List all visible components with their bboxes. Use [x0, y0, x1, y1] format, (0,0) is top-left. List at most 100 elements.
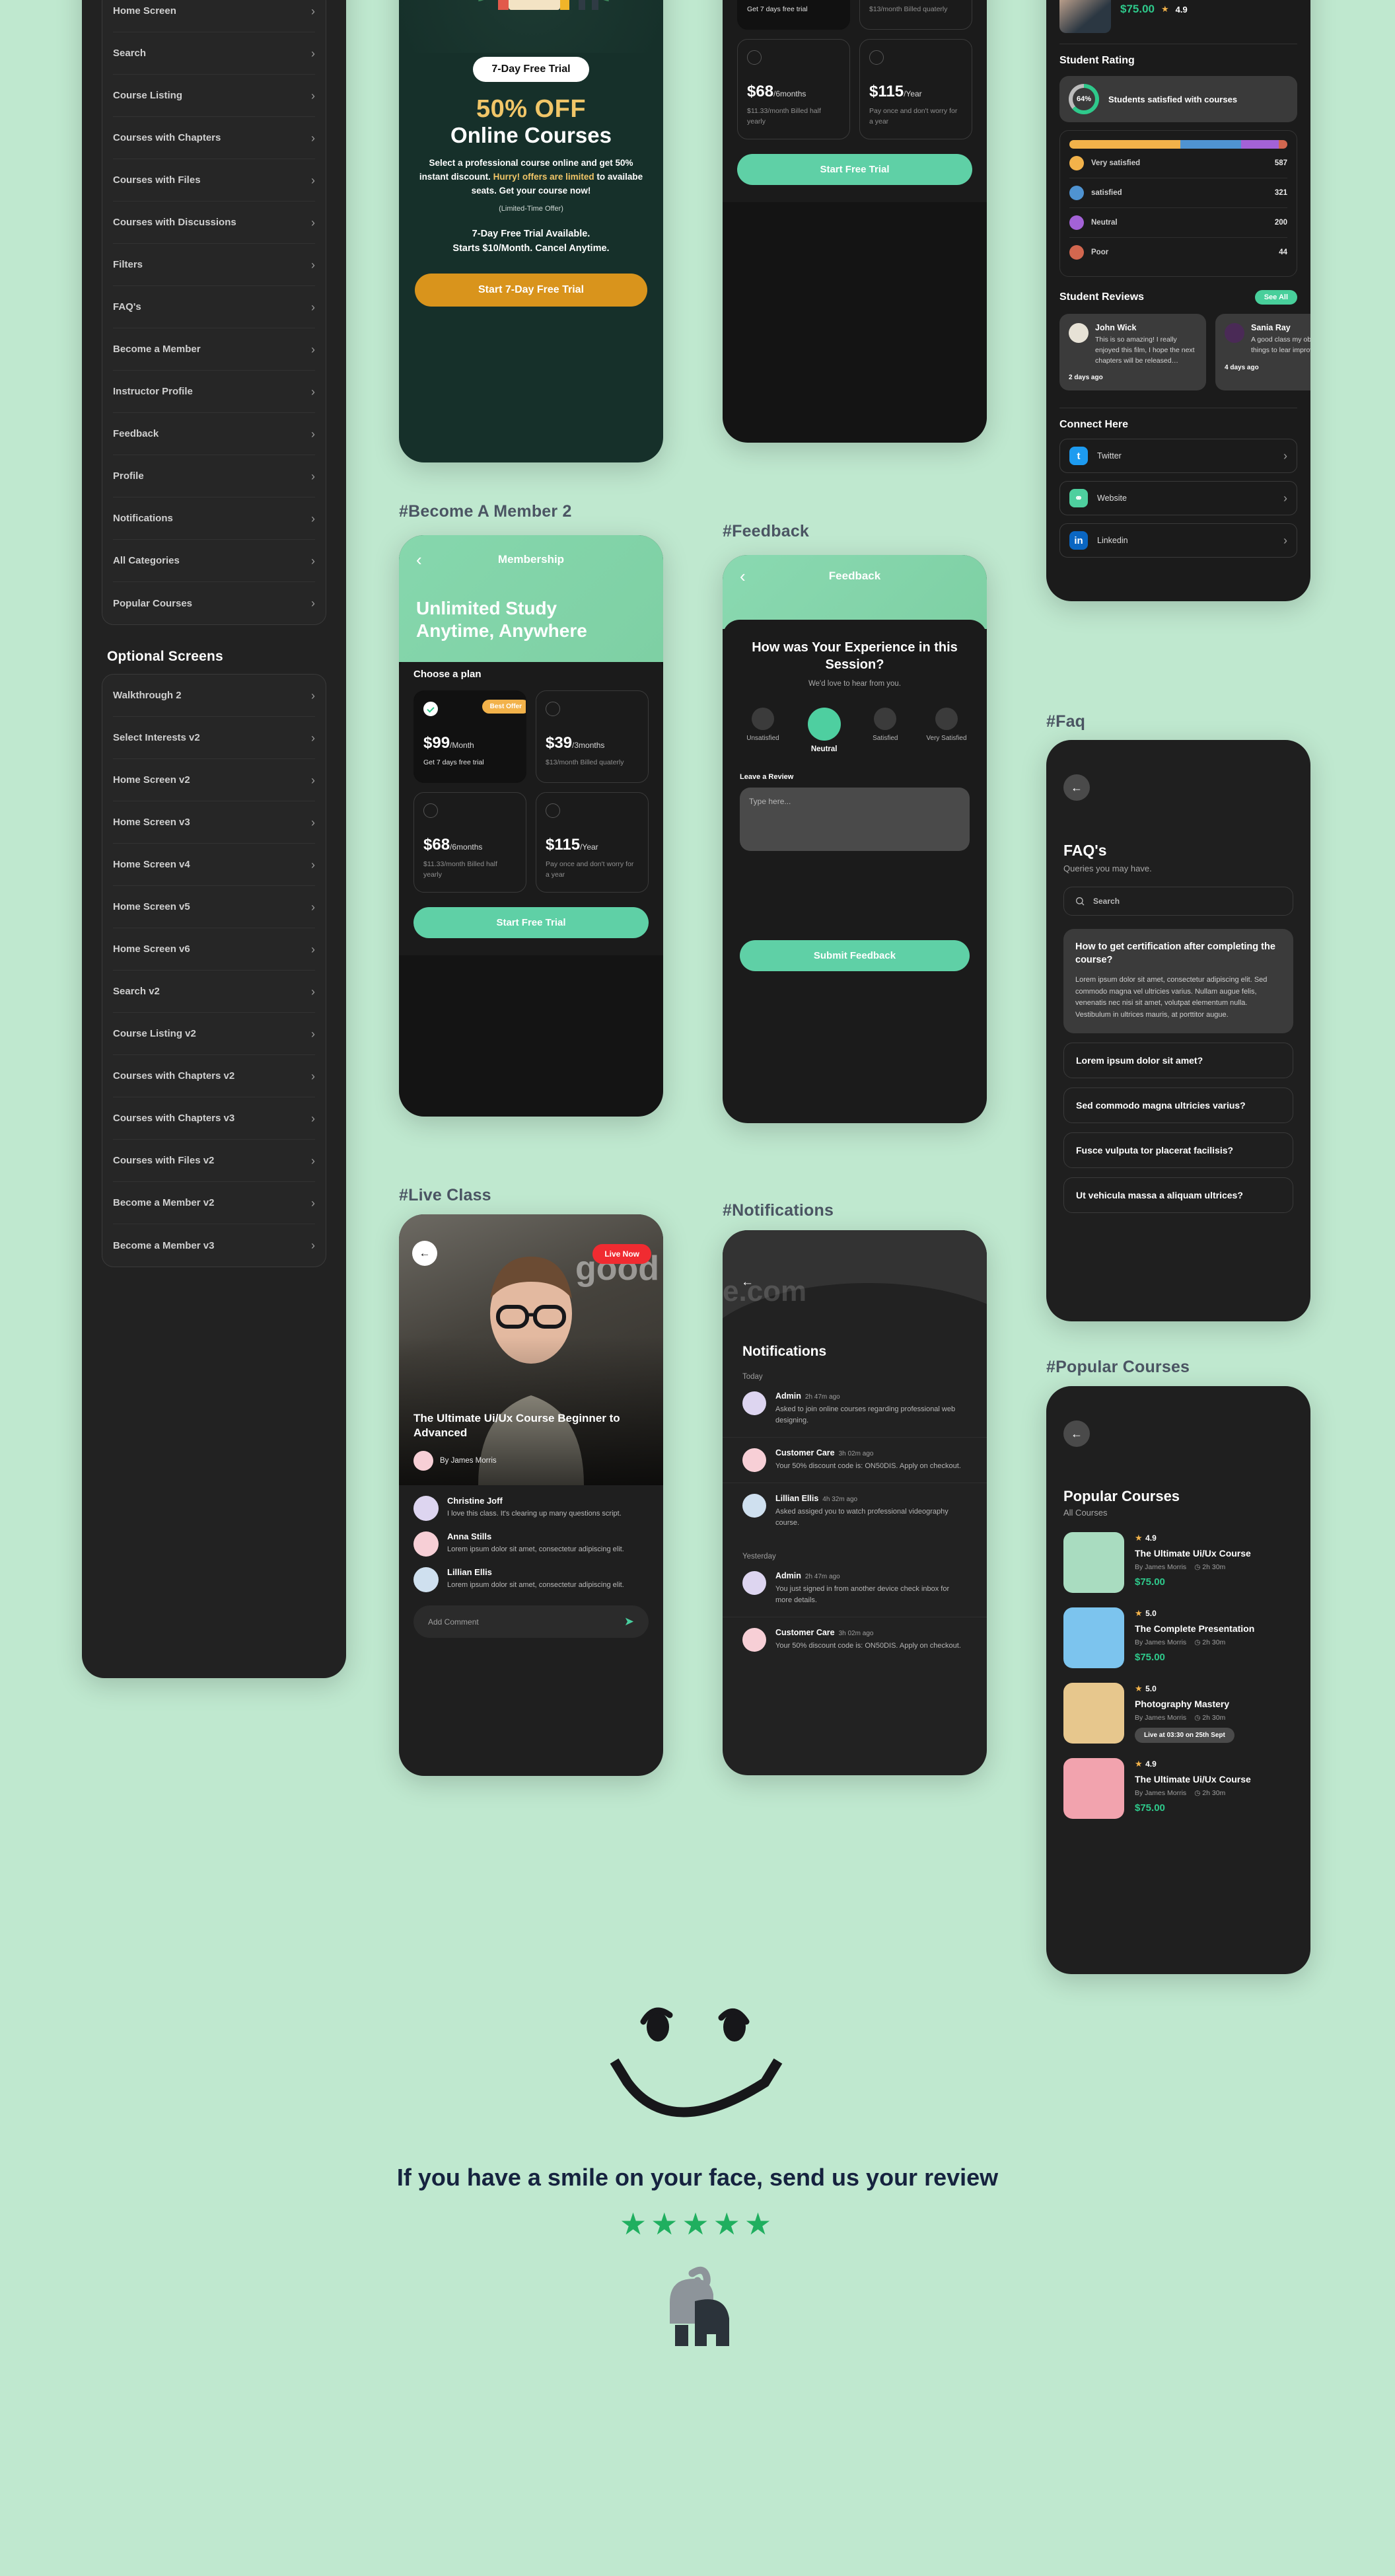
faq-item-2[interactable]: Fusce vulputa tor placerat facilisis? — [1063, 1132, 1293, 1168]
optional-screen-item-9[interactable]: Courses with Chapters v2 › — [113, 1055, 315, 1097]
app-screen-item-13[interactable]: All Categories › — [113, 540, 315, 582]
plan-option-3[interactable]: $115/Year Pay once and don't worry for a… — [536, 792, 649, 893]
face-option-satisfied[interactable]: Satisfied — [862, 708, 908, 742]
course-row-1[interactable]: ★ 5.0 The Complete Presentation By James… — [1063, 1607, 1293, 1668]
back-chevron-icon[interactable]: ‹ — [416, 551, 422, 568]
satisfied-face-icon[interactable] — [874, 708, 897, 731]
faq-item-3[interactable]: Ut vehicula massa a aliquam ultrices? — [1063, 1177, 1293, 1213]
chevron-right-icon: › — [311, 1154, 315, 1167]
face-option-very-satisfied[interactable]: Very Satisfied — [923, 708, 970, 742]
plan-option-0[interactable]: Best Offer $99/Month Get 7 days free tri… — [737, 0, 850, 30]
add-comment-input[interactable]: Add Comment ➤ — [413, 1605, 649, 1638]
notification-item[interactable]: Lillian Ellis 4h 32m ago Asked assiged yo… — [723, 1483, 987, 1539]
app-screen-item-11[interactable]: Profile › — [113, 455, 315, 497]
offer-screen: 7-Day Free Trial 50% OFF Online Courses … — [399, 0, 663, 462]
plan-price: $99/Month — [423, 734, 474, 753]
notification-item[interactable]: Admin 2h 47m ago Asked to join online cou… — [723, 1381, 987, 1438]
optional-screen-item-5[interactable]: Home Screen v5 › — [113, 886, 315, 928]
plan-radio-icon[interactable] — [423, 702, 438, 717]
optional-screen-item-2[interactable]: Home Screen v2 › — [113, 759, 315, 801]
app-screen-item-3[interactable]: Courses with Chapters › — [113, 117, 315, 159]
course-row-3[interactable]: ★ 4.9 The Ultimate Ui/Ux Course By James… — [1063, 1758, 1293, 1819]
course-row-0[interactable]: ★ 4.9 The Ultimate Ui/Ux Course By James… — [1063, 1532, 1293, 1593]
optional-screen-item-1[interactable]: Select Interests v2 › — [113, 717, 315, 759]
review-card-0[interactable]: John Wick This is so amazing! I really e… — [1059, 314, 1206, 391]
offer-illustration — [399, 0, 663, 53]
plan-radio-icon[interactable] — [423, 803, 438, 819]
optional-screen-item-10[interactable]: Courses with Chapters v3 › — [113, 1097, 315, 1140]
start-free-trial-button-top[interactable]: Start Free Trial — [737, 153, 972, 185]
plan-option-0[interactable]: Best Offer $99/Month Get 7 days free tri… — [413, 690, 526, 784]
neutral-face-icon[interactable] — [807, 708, 841, 741]
app-screen-item-7[interactable]: FAQ's › — [113, 286, 315, 328]
app-screen-item-8[interactable]: Become a Member › — [113, 328, 315, 371]
back-chevron-icon[interactable]: ‹ — [740, 568, 746, 585]
faq-expanded-item[interactable]: How to get certification after completin… — [1063, 929, 1293, 1033]
plan-option-3[interactable]: $115/Year Pay once and don't worry for a… — [859, 39, 972, 139]
plan-option-1[interactable]: $39/3months $13/month Billed quaterly — [859, 0, 972, 30]
optional-screen-item-4[interactable]: Home Screen v4 › — [113, 844, 315, 886]
connect-link-twitter[interactable]: t Twitter › — [1059, 439, 1297, 474]
screen-item-label: Become a Member v2 — [113, 1197, 215, 1208]
back-arrow-icon[interactable]: ← — [412, 1241, 437, 1266]
notification-item[interactable]: Customer Care 3h 02m ago Your 50% discoun… — [723, 1438, 987, 1484]
connect-link-linkedin[interactable]: in Linkedin › — [1059, 523, 1297, 558]
optional-screen-item-6[interactable]: Home Screen v6 › — [113, 928, 315, 971]
comment-author: Christine Joff — [447, 1496, 503, 1506]
faq-search-input[interactable]: Search — [1063, 887, 1293, 916]
notification-item[interactable]: Customer Care 3h 02m ago Your 50% discoun… — [723, 1617, 987, 1662]
plan-option-1[interactable]: $39/3months $13/month Billed quaterly — [536, 690, 649, 784]
app-screen-item-1[interactable]: Search › — [113, 32, 315, 75]
optional-screen-item-3[interactable]: Home Screen v3 › — [113, 801, 315, 844]
unsatisfied-face-icon[interactable] — [752, 708, 774, 731]
reviews-carousel[interactable]: John Wick This is so amazing! I really e… — [1059, 314, 1310, 391]
screen-item-label: Home Screen — [113, 5, 176, 17]
start-free-trial-button-2[interactable]: Start Free Trial — [413, 906, 649, 938]
star-icon: ★ — [1135, 1608, 1143, 1618]
optional-screen-item-0[interactable]: Walkthrough 2 › — [113, 675, 315, 717]
plan-radio-icon[interactable] — [747, 50, 762, 65]
submit-feedback-button[interactable]: Submit Feedback — [740, 940, 970, 972]
back-arrow-icon[interactable]: ← — [1063, 1420, 1090, 1447]
start-free-trial-button[interactable]: Start 7-Day Free Trial — [415, 273, 647, 307]
plan-radio-icon[interactable] — [869, 50, 884, 65]
app-screen-item-2[interactable]: Course Listing › — [113, 75, 315, 117]
plan-radio-icon[interactable] — [546, 702, 560, 717]
optional-screen-item-12[interactable]: Become a Member v2 › — [113, 1182, 315, 1224]
satisfaction-face-selector[interactable]: Unsatisfied Neutral Satisfied Very Satis… — [740, 708, 970, 753]
back-arrow-icon[interactable]: ← — [741, 1275, 754, 1290]
course-row-2[interactable]: ★ 5.0 Photography Mastery By James Morri… — [1063, 1683, 1293, 1744]
see-all-reviews-button[interactable]: See All — [1254, 290, 1297, 305]
send-icon[interactable]: ➤ — [624, 1615, 634, 1629]
back-arrow-icon[interactable]: ← — [1063, 774, 1090, 801]
review-timestamp: 2 days ago — [1069, 374, 1103, 382]
optional-screen-item-8[interactable]: Course Listing v2 › — [113, 1013, 315, 1055]
optional-screen-item-11[interactable]: Courses with Files v2 › — [113, 1140, 315, 1182]
live-class-video[interactable]: good ← Live Now The Ultimate Ui/Ux Cours… — [399, 1214, 663, 1485]
plan-option-2[interactable]: $68/6months $11.33/month Billed half yea… — [737, 39, 850, 139]
notification-item[interactable]: Admin 2h 47m ago You just signed in from … — [723, 1561, 987, 1618]
app-screen-item-9[interactable]: Instructor Profile › — [113, 371, 315, 413]
chevron-right-icon: › — [311, 511, 315, 525]
connect-link-website[interactable]: ⚭ Website › — [1059, 481, 1297, 516]
app-screen-item-5[interactable]: Courses with Discussions › — [113, 202, 315, 244]
face-option-unsatisfied[interactable]: Unsatisfied — [740, 708, 786, 742]
app-screen-item-6[interactable]: Filters › — [113, 244, 315, 286]
very-satisfied-face-icon[interactable] — [935, 708, 958, 731]
review-textarea[interactable] — [740, 788, 970, 852]
plan-radio-icon[interactable] — [546, 803, 560, 819]
faq-item-0[interactable]: Lorem ipsum dolor sit amet? — [1063, 1042, 1293, 1078]
plan-option-2[interactable]: $68/6months $11.33/month Billed half yea… — [413, 792, 526, 893]
optional-screen-item-13[interactable]: Become a Member v3 › — [113, 1224, 315, 1267]
membership-plan-sheet: Choose a plan Best Offer $99/Month Get 7… — [399, 654, 663, 955]
app-screen-item-0[interactable]: Home Screen › — [113, 0, 315, 32]
app-screen-item-14[interactable]: Popular Courses › — [113, 582, 315, 624]
app-screen-item-10[interactable]: Feedback › — [113, 413, 315, 455]
face-option-neutral[interactable]: Neutral — [801, 708, 847, 753]
faq-item-1[interactable]: Sed commodo magna ultricies varius? — [1063, 1087, 1293, 1123]
review-card-1[interactable]: Sania Ray A good class my objective. thi… — [1215, 314, 1310, 391]
course-summary-meta: By James Morris $75.00 ★ 4.9 — [1120, 0, 1188, 33]
optional-screen-item-7[interactable]: Search v2 › — [113, 971, 315, 1013]
app-screen-item-12[interactable]: Notifications › — [113, 497, 315, 540]
app-screen-item-4[interactable]: Courses with Files › — [113, 159, 315, 202]
